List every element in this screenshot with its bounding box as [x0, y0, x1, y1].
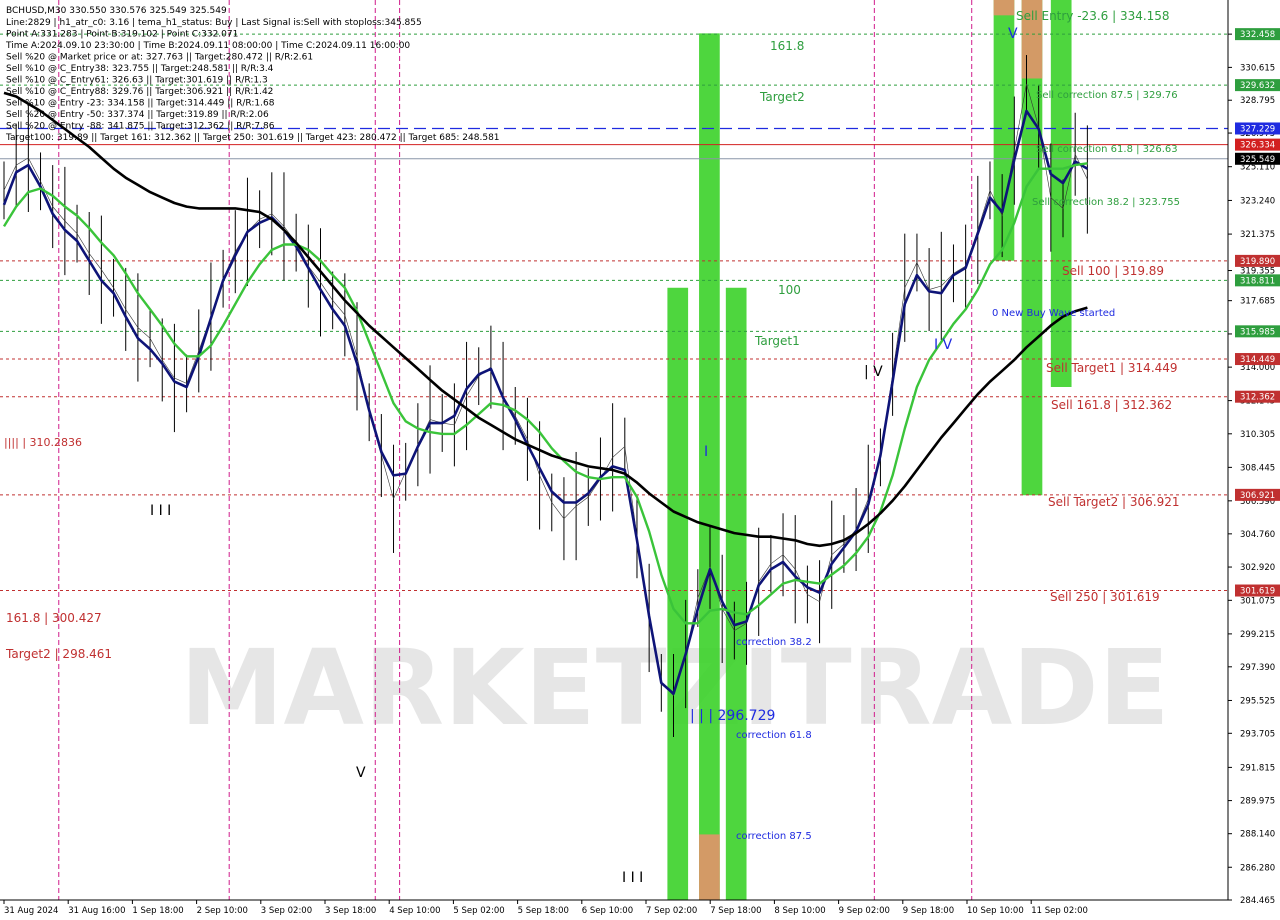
annotation-17: | | | 296.729	[690, 708, 775, 724]
y-tick-label-26: 286.280	[1240, 863, 1275, 873]
header-line-3: Sell %20 @ Market price or at: 327.763 |…	[6, 53, 313, 63]
annotation-23: I I I	[150, 503, 171, 519]
y-tick-label-13: 310.305	[1240, 430, 1275, 440]
y-tick-label-14: 308.445	[1240, 463, 1275, 473]
y-tick-label-17: 302.920	[1240, 563, 1275, 573]
x-tick-label-6: 4 Sep 10:00	[389, 906, 440, 916]
y-tick-label-16: 304.760	[1240, 530, 1275, 540]
price-tag-label-10: 306.921	[1240, 491, 1275, 501]
annotation-21: | V	[864, 364, 883, 380]
price-tag-label-0: 332.458	[1240, 30, 1275, 40]
x-tick-label-2: 1 Sep 18:00	[132, 906, 183, 916]
annotation-13: Target1	[754, 334, 800, 348]
header-line-9: Sell %20 @ Entry -88: 341.875 || Target:…	[6, 122, 275, 132]
y-tick-label-3: 328.795	[1240, 96, 1275, 106]
x-tick-label-14: 9 Sep 18:00	[903, 906, 954, 916]
annotation-25: I	[704, 444, 708, 460]
annotation-16: correction 87.5	[736, 831, 812, 842]
annotation-1: Sell correction 87.5 | 329.76	[1036, 90, 1178, 101]
annotation-8: Sell Target2 | 306.921	[1048, 495, 1180, 509]
price-tag-label-7: 315.985	[1240, 327, 1275, 337]
signal-band-8	[1050, 0, 1072, 387]
x-axis-panel	[0, 900, 1280, 920]
y-tick-label-6: 323.240	[1240, 196, 1275, 206]
price-tag-label-3: 326.334	[1240, 141, 1275, 151]
annotation-5: 0 New Buy Wave started	[992, 308, 1115, 319]
annotation-26: V	[1008, 26, 1018, 42]
price-tag-label-5: 319.890	[1240, 257, 1275, 267]
x-tick-label-0: 31 Aug 2024	[4, 906, 58, 916]
header-line-2: Time A:2024.09.10 23:30:00 | Time B:2024…	[5, 41, 410, 51]
signal-band-0	[667, 287, 689, 900]
annotation-6: Sell Target1 | 314.449	[1046, 361, 1178, 375]
price-tag-label-8: 314.449	[1240, 355, 1275, 365]
signal-band-5	[993, 0, 1015, 16]
header-line-1: Point A:331.283 | Point B:319.102 | Poin…	[6, 30, 238, 40]
annotation-3: Sell correction 38.2 | 323.755	[1032, 197, 1180, 208]
price-chart: MARKETZITRADE Sell Entry -23.6 | 334.158…	[0, 0, 1280, 920]
y-tick-label-9: 317.685	[1240, 297, 1275, 307]
signal-band-3	[725, 287, 747, 900]
y-tick-label-20: 297.390	[1240, 663, 1275, 673]
header-line-7: Sell %10 @ Entry -23: 334.158 || Target:…	[6, 99, 275, 109]
x-tick-label-16: 11 Sep 02:00	[1031, 906, 1088, 916]
price-tag-label-1: 329.632	[1240, 81, 1275, 91]
header-line-0: Line:2829 | h1_atr_c0: 3.16 | tema_h1_st…	[6, 18, 422, 28]
annotation-22: I V	[934, 337, 953, 353]
x-tick-label-13: 9 Sep 02:00	[839, 906, 890, 916]
annotation-27: I I I	[622, 870, 643, 886]
price-tag-label-2: 327.229	[1240, 124, 1275, 134]
x-tick-label-12: 8 Sep 10:00	[774, 906, 825, 916]
y-tick-label-18: 301.075	[1240, 596, 1275, 606]
header-line-5: Sell %10 @ C_Entry61: 326.63 || Target:3…	[6, 76, 268, 86]
x-tick-label-1: 31 Aug 16:00	[68, 906, 125, 916]
price-tag-label-11: 301.619	[1240, 587, 1275, 597]
annotation-15: correction 61.8	[736, 730, 812, 741]
price-tag-label-6: 318.811	[1240, 276, 1275, 286]
x-tick-label-3: 2 Sep 10:00	[197, 906, 248, 916]
x-tick-label-8: 5 Sep 18:00	[518, 906, 569, 916]
x-tick-label-10: 7 Sep 02:00	[646, 906, 697, 916]
annotation-24: V	[356, 765, 366, 781]
y-tick-label-25: 288.140	[1240, 830, 1275, 840]
x-tick-label-9: 6 Sep 10:00	[582, 906, 633, 916]
y-tick-label-24: 289.975	[1240, 797, 1275, 807]
header-line-6: Sell %10 @ C_Entry88: 329.76 || Target:3…	[6, 87, 273, 97]
y-tick-label-7: 321.375	[1240, 230, 1275, 240]
annotation-11: Target2	[759, 90, 805, 104]
y-tick-label-22: 293.705	[1240, 729, 1275, 739]
annotation-4: Sell 100 | 319.89	[1062, 264, 1164, 278]
x-tick-label-7: 5 Sep 02:00	[453, 906, 504, 916]
annotation-18: 161.8 | 300.427	[6, 611, 102, 625]
annotation-14: correction 38.2	[736, 637, 812, 648]
y-tick-label-23: 291.815	[1240, 763, 1275, 773]
header-line-10: Target100: 319.89 || Target 161: 312.362…	[5, 133, 500, 143]
header-line-8: Sell %20 @ Entry -50: 337.374 || Target:…	[6, 110, 269, 120]
annotation-19: Target2 | 298.461	[5, 647, 112, 661]
header-line-4: Sell %10 @ C_Entry38: 323.755 || Target:…	[6, 64, 274, 74]
annotation-10: 161.8	[770, 39, 804, 53]
x-tick-label-11: 7 Sep 18:00	[710, 906, 761, 916]
annotation-2: Sell correction 61.8 | 326.63	[1036, 144, 1178, 155]
signal-band-1	[699, 33, 720, 900]
price-tag-label-4: 325.549	[1240, 155, 1275, 165]
x-tick-label-15: 10 Sep 10:00	[967, 906, 1024, 916]
x-tick-label-4: 3 Sep 02:00	[261, 906, 312, 916]
y-tick-label-2: 330.615	[1240, 63, 1275, 73]
annotation-7: Sell 161.8 | 312.362	[1051, 398, 1172, 412]
signal-band-2	[699, 834, 720, 900]
price-tag-label-9: 312.362	[1240, 393, 1275, 403]
y-tick-label-21: 295.525	[1240, 696, 1275, 706]
header-symbol: BCHUSD,M30 330.550 330.576 325.549 325.5…	[6, 6, 227, 16]
annotation-9: Sell 250 | 301.619	[1050, 590, 1160, 604]
annotation-20: |||| | 310.2836	[4, 436, 82, 449]
x-tick-label-5: 3 Sep 18:00	[325, 906, 376, 916]
y-tick-label-19: 299.215	[1240, 630, 1275, 640]
annotation-12: 100	[778, 283, 801, 297]
annotation-0: Sell Entry -23.6 | 334.158	[1016, 9, 1170, 23]
y-tick-label-27: 284.465	[1240, 896, 1275, 906]
